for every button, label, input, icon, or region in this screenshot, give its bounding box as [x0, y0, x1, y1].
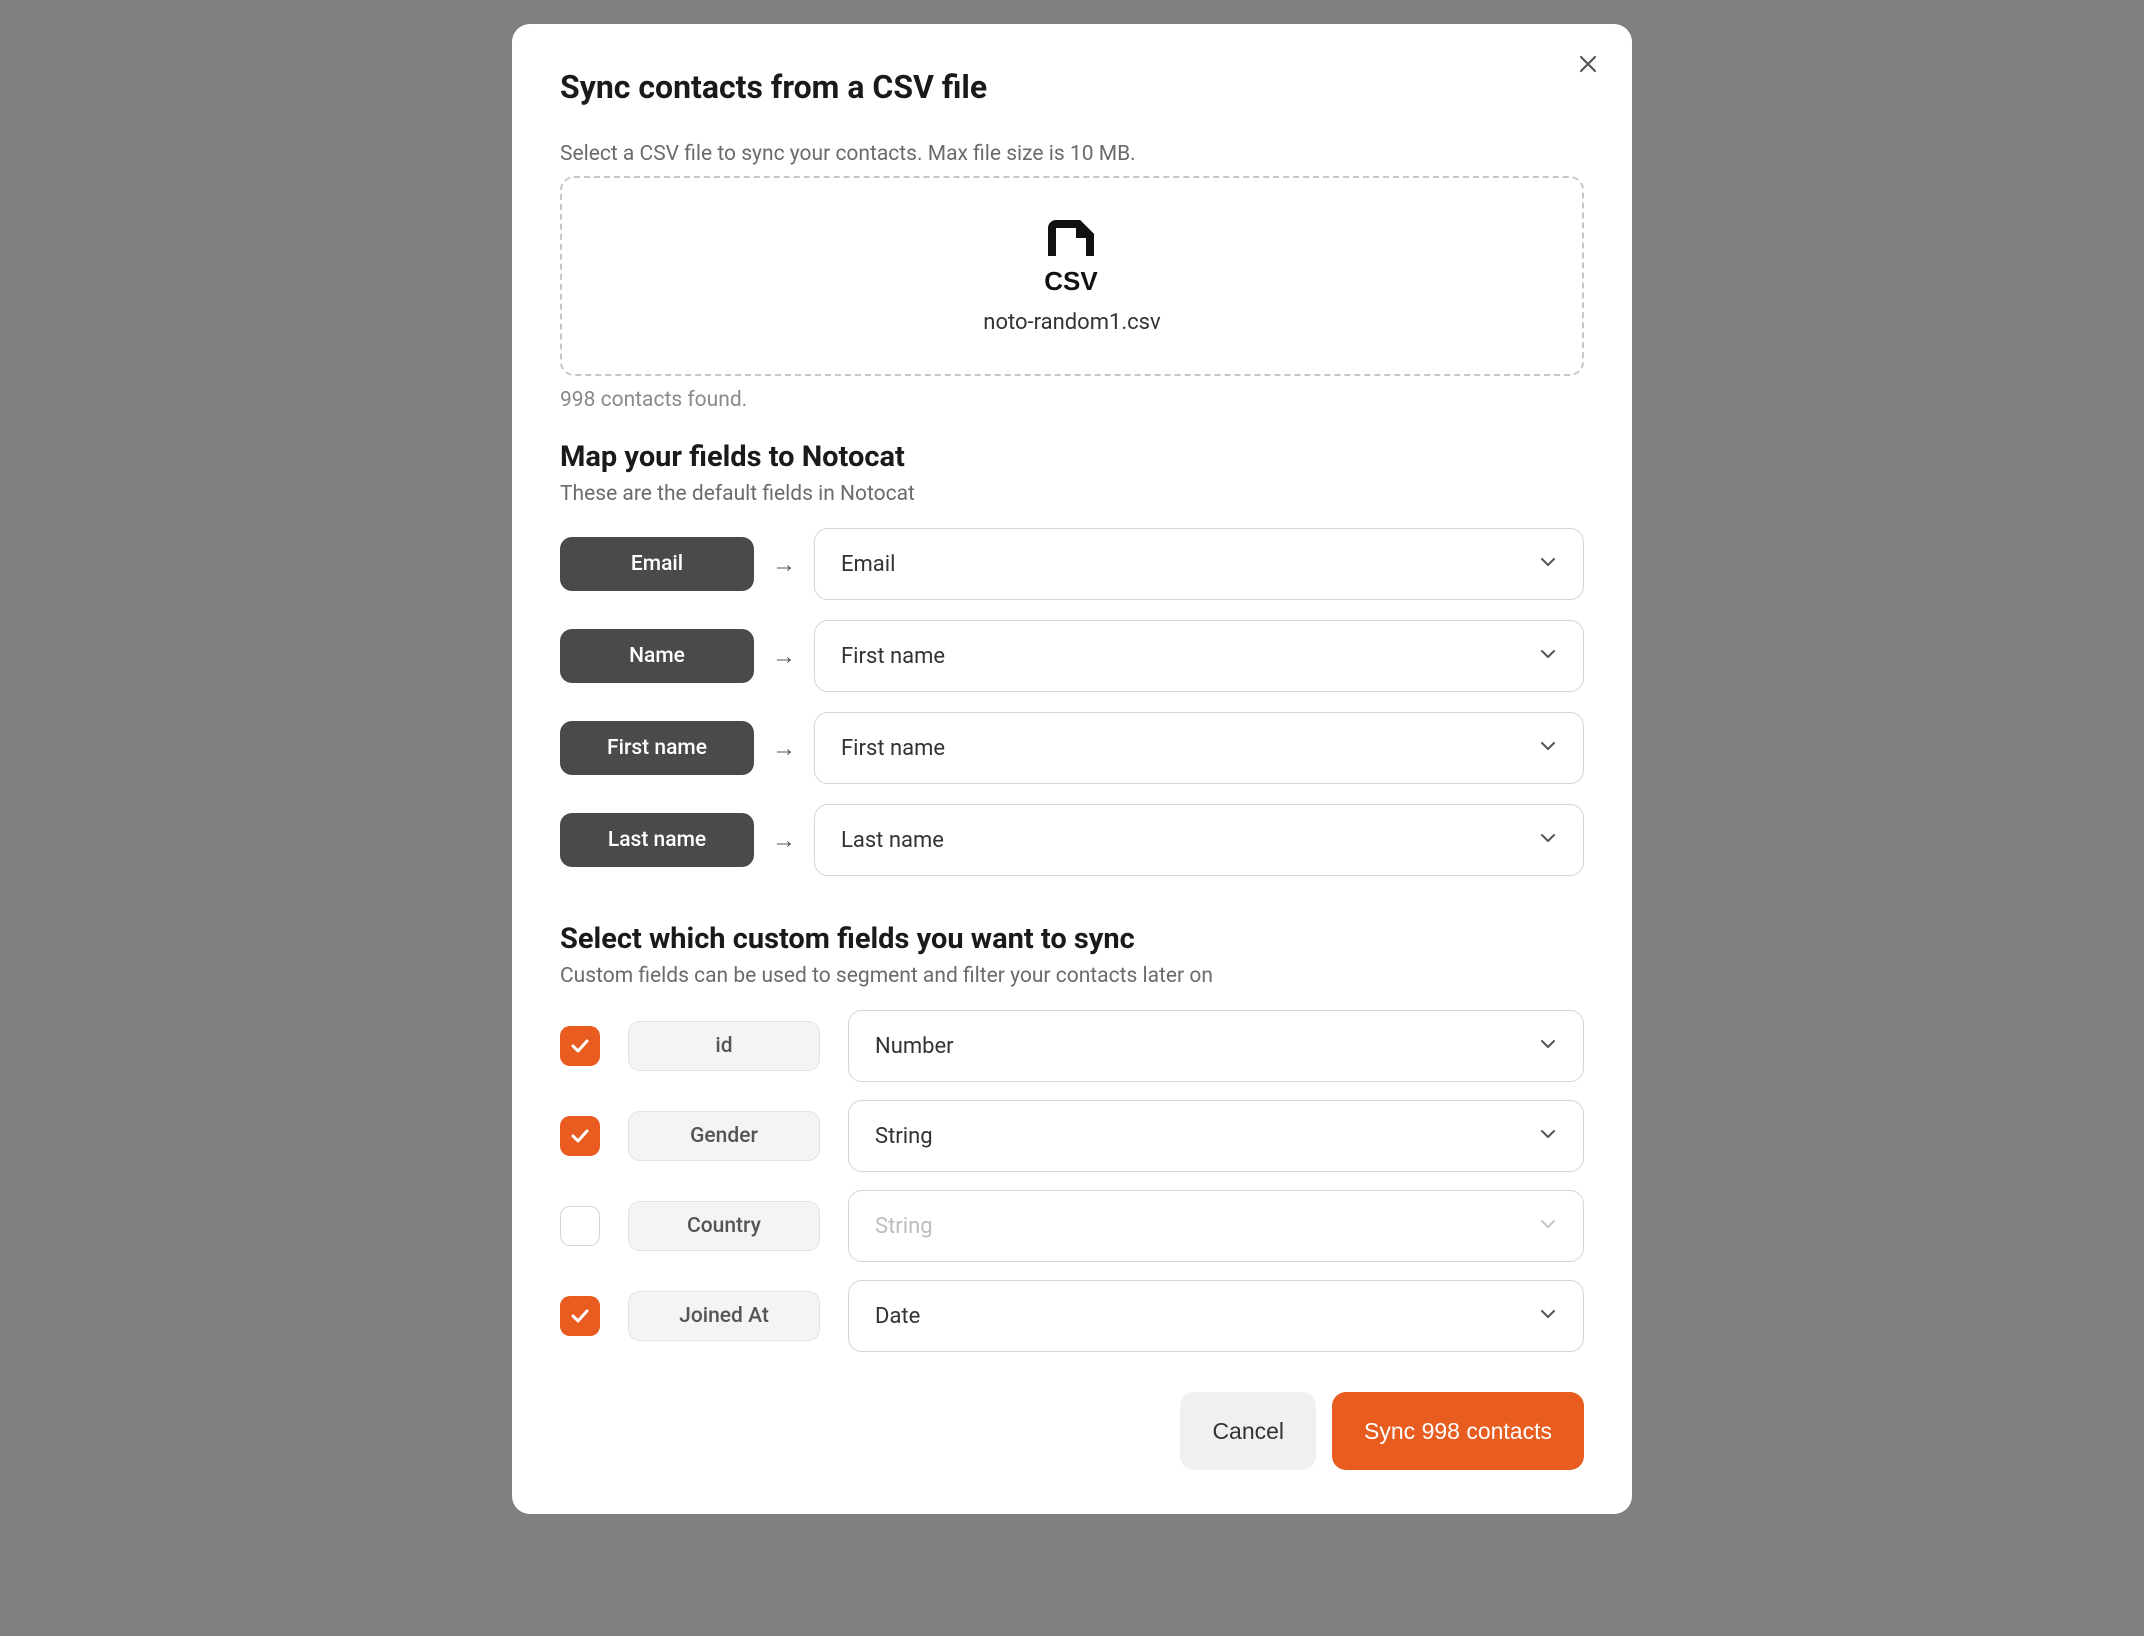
- select-value: Last name: [841, 828, 944, 853]
- custom-field-checkbox[interactable]: [560, 1206, 600, 1246]
- mapping-title: Map your fields to Notocat: [560, 440, 1584, 474]
- select-value: First name: [841, 644, 945, 669]
- custom-field-type-select[interactable]: Date: [848, 1280, 1584, 1352]
- check-icon: [569, 1035, 591, 1057]
- arrow-right-icon: →: [772, 826, 796, 855]
- mapping-subtitle: These are the default fields in Notocat: [560, 482, 1584, 506]
- cancel-button[interactable]: Cancel: [1180, 1392, 1316, 1470]
- custom-field-name: Country: [628, 1201, 820, 1251]
- target-field-select[interactable]: Last name: [814, 804, 1584, 876]
- mapping-row: First name → First name: [560, 712, 1584, 784]
- svg-text:CSV: CSV: [1044, 266, 1098, 296]
- custom-fields-subtitle: Custom fields can be used to segment and…: [560, 964, 1584, 988]
- mapping-row: Email → Email: [560, 528, 1584, 600]
- source-field-pill: Email: [560, 537, 754, 591]
- select-value: Email: [841, 552, 895, 577]
- sync-contacts-modal: Sync contacts from a CSV file Select a C…: [512, 24, 1632, 1514]
- chevron-down-icon: [1539, 552, 1557, 577]
- chevron-down-icon: [1539, 736, 1557, 761]
- sync-button[interactable]: Sync 998 contacts: [1332, 1392, 1584, 1470]
- chevron-down-icon: [1539, 1124, 1557, 1149]
- check-icon: [569, 1305, 591, 1327]
- modal-title: Sync contacts from a CSV file: [560, 68, 1584, 106]
- custom-field-name: id: [628, 1021, 820, 1071]
- arrow-right-icon: →: [772, 734, 796, 763]
- mapping-row: Last name → Last name: [560, 804, 1584, 876]
- custom-field-name: Gender: [628, 1111, 820, 1161]
- upload-hint: Select a CSV file to sync your contacts.…: [560, 142, 1584, 166]
- check-icon: [569, 1125, 591, 1147]
- select-value: String: [875, 1124, 933, 1149]
- select-value: First name: [841, 736, 945, 761]
- chevron-down-icon: [1539, 1034, 1557, 1059]
- modal-footer: Cancel Sync 998 contacts: [560, 1392, 1584, 1470]
- csv-file-icon: CSV: [1038, 218, 1106, 296]
- custom-field-type-select[interactable]: Number: [848, 1010, 1584, 1082]
- target-field-select[interactable]: Email: [814, 528, 1584, 600]
- source-field-pill: First name: [560, 721, 754, 775]
- custom-field-row: Joined At Date: [560, 1280, 1584, 1352]
- close-icon: [1578, 54, 1598, 74]
- custom-field-type-select: String: [848, 1190, 1584, 1262]
- source-field-pill: Last name: [560, 813, 754, 867]
- custom-field-type-select[interactable]: String: [848, 1100, 1584, 1172]
- arrow-right-icon: →: [772, 642, 796, 671]
- custom-fields-title: Select which custom fields you want to s…: [560, 922, 1584, 956]
- chevron-down-icon: [1539, 644, 1557, 669]
- mapping-row: Name → First name: [560, 620, 1584, 692]
- arrow-right-icon: →: [772, 550, 796, 579]
- chevron-down-icon: [1539, 828, 1557, 853]
- contact-count: 998 contacts found.: [560, 388, 1584, 412]
- source-field-pill: Name: [560, 629, 754, 683]
- select-value: String: [875, 1214, 933, 1239]
- chevron-down-icon: [1539, 1214, 1557, 1239]
- chevron-down-icon: [1539, 1304, 1557, 1329]
- custom-field-row: Gender String: [560, 1100, 1584, 1172]
- custom-field-checkbox[interactable]: [560, 1116, 600, 1156]
- target-field-select[interactable]: First name: [814, 620, 1584, 692]
- csv-dropzone[interactable]: CSV noto-random1.csv: [560, 176, 1584, 376]
- custom-field-row: id Number: [560, 1010, 1584, 1082]
- custom-field-name: Joined At: [628, 1291, 820, 1341]
- close-button[interactable]: [1574, 50, 1602, 78]
- custom-field-row: Country String: [560, 1190, 1584, 1262]
- target-field-select[interactable]: First name: [814, 712, 1584, 784]
- select-value: Number: [875, 1034, 954, 1059]
- uploaded-filename: noto-random1.csv: [983, 310, 1160, 335]
- select-value: Date: [875, 1304, 920, 1329]
- custom-field-checkbox[interactable]: [560, 1026, 600, 1066]
- custom-field-checkbox[interactable]: [560, 1296, 600, 1336]
